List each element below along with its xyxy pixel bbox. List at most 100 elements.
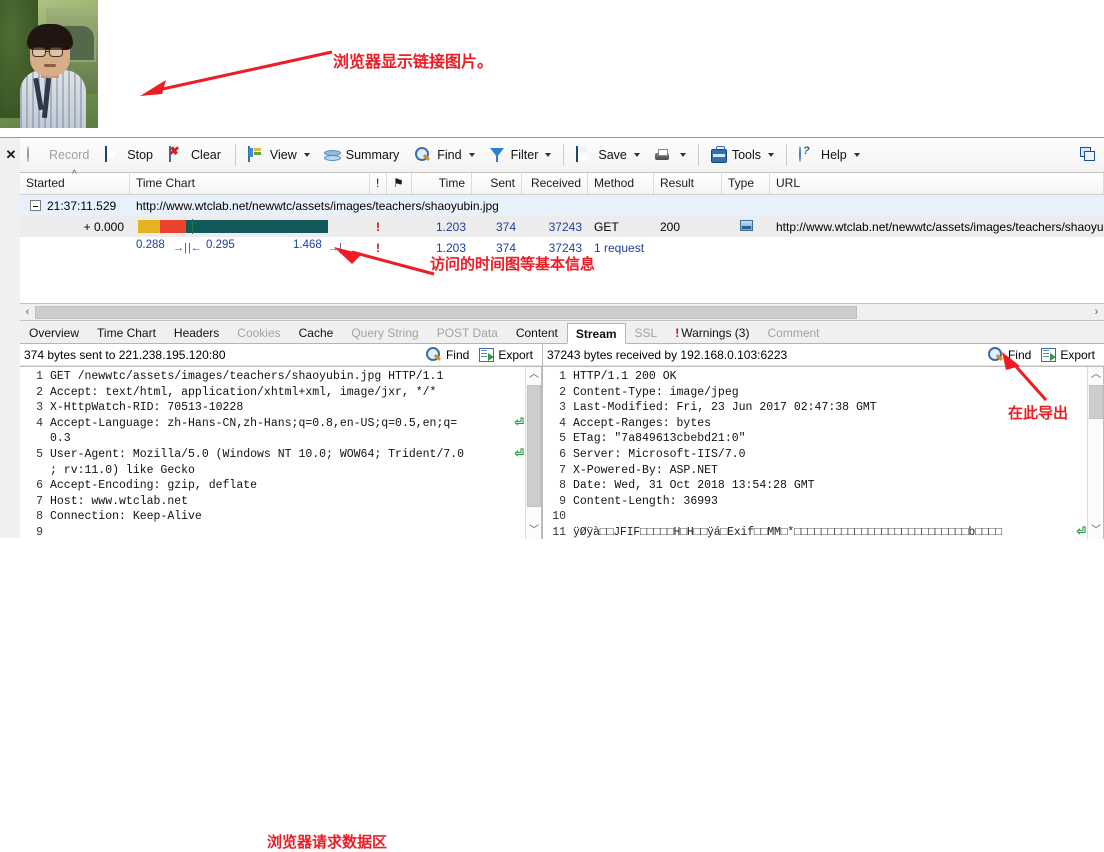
response-find-button[interactable]: Find — [983, 347, 1036, 362]
line-number: 1 — [36, 370, 43, 383]
tab-time-chart[interactable]: Time Chart — [88, 322, 165, 343]
scroll-right-icon[interactable]: › — [1089, 306, 1104, 318]
tab-cache[interactable]: Cache — [290, 322, 343, 343]
search-icon — [415, 147, 432, 164]
line-number: 10 — [552, 510, 566, 524]
grid-group-row[interactable]: 21:37:11.529 http://www.wtclab.net/newwt… — [20, 195, 1104, 216]
print-button[interactable] — [648, 142, 692, 168]
response-pane: 37243 bytes received by 192.168.0.103:62… — [543, 344, 1104, 539]
timechart-label-start: 0.288 — [136, 239, 165, 251]
scroll-up-icon[interactable]: ︿ — [526, 367, 541, 383]
response-export-button[interactable]: Export — [1036, 347, 1100, 362]
chevron-down-icon[interactable] — [633, 153, 640, 157]
line-number: 3 — [36, 401, 43, 415]
column-header-time[interactable]: Time — [412, 173, 472, 194]
wrap-marker-icon: ⏎ — [514, 416, 524, 430]
response-code-view[interactable]: 1 HTTP/1.1 200 OK 2 Content-Type: image/jp… — [543, 366, 1104, 539]
response-vertical-scrollbar[interactable]: ︿ ﹀ — [1087, 367, 1103, 539]
line-text: Accept-Language: zh-Hans-CN,zh-Hans;q=0.… — [50, 416, 458, 430]
line-number: 8 — [559, 479, 566, 493]
chevron-down-icon[interactable] — [679, 153, 686, 157]
timechart-label-mid: 0.295 — [206, 239, 235, 251]
tools-button[interactable]: Tools — [705, 142, 780, 168]
column-header-result[interactable]: Result — [654, 173, 722, 194]
clear-button[interactable]: Clear — [163, 142, 229, 168]
annotation-request-area-text: 浏览器请求数据区 — [267, 834, 388, 851]
wrap-marker-icon: ⏎ — [514, 447, 524, 461]
column-header-flag[interactable]: ⚑ — [387, 173, 412, 194]
column-header-url[interactable]: URL — [770, 173, 1104, 194]
scroll-track[interactable] — [35, 304, 1089, 320]
chevron-down-icon[interactable] — [468, 153, 475, 157]
row-sent: 374 — [495, 219, 516, 234]
row-warning-icon: ! — [376, 219, 380, 234]
tab-headers[interactable]: Headers — [165, 322, 228, 343]
column-header-timechart[interactable]: Time Chart — [130, 173, 370, 194]
scroll-up-icon[interactable]: ︿ — [1088, 367, 1103, 383]
request-vertical-scrollbar[interactable]: ︿ ﹀ — [525, 367, 541, 539]
request-code-view[interactable]: 1 GET /newwtc/assets/images/teachers/shao… — [20, 366, 542, 539]
chevron-down-icon[interactable] — [853, 153, 860, 157]
wrap-marker-icon: ⏎ — [1076, 525, 1086, 539]
save-label: Save — [598, 148, 627, 162]
scroll-thumb[interactable] — [35, 305, 858, 319]
tab-overview[interactable]: Overview — [20, 322, 88, 343]
grid-horizontal-scrollbar[interactable]: ‹ › — [20, 304, 1104, 321]
response-find-label: Find — [1007, 347, 1032, 362]
line-text: X-Powered-By: ASP.NET — [573, 463, 718, 477]
tab-post-data[interactable]: POST Data — [428, 322, 507, 343]
save-button[interactable]: Save — [570, 142, 646, 168]
browser-page-area: 浏览器显示链接图片。 — [0, 0, 1104, 137]
line-number: 5 — [559, 432, 566, 446]
tab-query-string[interactable]: Query String — [342, 322, 427, 343]
chevron-down-icon[interactable] — [768, 153, 775, 157]
scroll-down-icon[interactable]: ﹀ — [1088, 523, 1103, 539]
help-icon — [799, 145, 816, 164]
toolbar-separator — [786, 144, 788, 166]
toolbar-separator — [563, 144, 565, 166]
tab-content[interactable]: Content — [507, 322, 567, 343]
chevron-down-icon[interactable] — [545, 153, 552, 157]
tab-comment[interactable]: Comment — [758, 322, 828, 343]
row-started: + 0.000 — [83, 219, 124, 234]
httpwatch-window: ✕ Record Stop Clear View Summary Find — [0, 137, 1104, 851]
request-find-button[interactable]: Find — [421, 347, 474, 362]
line-number — [20, 431, 50, 447]
scroll-left-icon[interactable]: ‹ — [20, 306, 35, 318]
teacher-portrait-photo — [0, 0, 98, 128]
response-export-label: Export — [1060, 347, 1095, 362]
main-toolbar: Record Stop Clear View Summary Find Filt… — [20, 138, 1104, 173]
summary-button[interactable]: Summary — [318, 142, 407, 168]
column-header-sent[interactable]: Sent — [472, 173, 522, 194]
annotation-export-text: 在此导出 — [1008, 405, 1069, 422]
line-number: 1 — [559, 370, 566, 383]
line-number: 9 — [36, 525, 43, 539]
line-text: Content-Type: image/jpeg — [573, 385, 739, 399]
filter-button[interactable]: Filter — [483, 142, 558, 168]
record-button[interactable]: Record — [21, 142, 97, 168]
collapse-icon[interactable] — [30, 200, 41, 211]
filter-label: Filter — [510, 148, 539, 162]
help-button[interactable]: Help — [793, 142, 866, 168]
scroll-thumb[interactable] — [527, 385, 541, 507]
row-result: 200 — [660, 219, 681, 234]
tab-warnings[interactable]: ! Warnings (3) — [666, 322, 758, 343]
column-header-type[interactable]: Type — [722, 173, 770, 194]
tab-stream[interactable]: Stream — [566, 323, 626, 344]
request-export-button[interactable]: Export — [474, 347, 538, 362]
find-button[interactable]: Find — [409, 142, 480, 168]
column-header-method[interactable]: Method — [588, 173, 654, 194]
tab-cookies[interactable]: Cookies — [228, 322, 289, 343]
column-header-received[interactable]: Received — [522, 173, 588, 194]
tab-ssl[interactable]: SSL — [626, 322, 667, 343]
cascade-windows-icon[interactable] — [1080, 147, 1096, 162]
table-row[interactable]: + 0.000 ! 1.203 374 37243 GET 200 http:/… — [20, 216, 1104, 237]
stop-button[interactable]: Stop — [99, 142, 161, 168]
line-number: 6 — [559, 447, 566, 461]
chevron-down-icon[interactable] — [303, 153, 310, 157]
scroll-down-icon[interactable]: ﹀ — [526, 523, 541, 539]
column-header-warning[interactable]: ! — [370, 173, 387, 194]
close-icon[interactable]: ✕ — [3, 147, 19, 163]
scroll-thumb[interactable] — [1089, 385, 1103, 419]
view-button[interactable]: View — [242, 142, 316, 168]
